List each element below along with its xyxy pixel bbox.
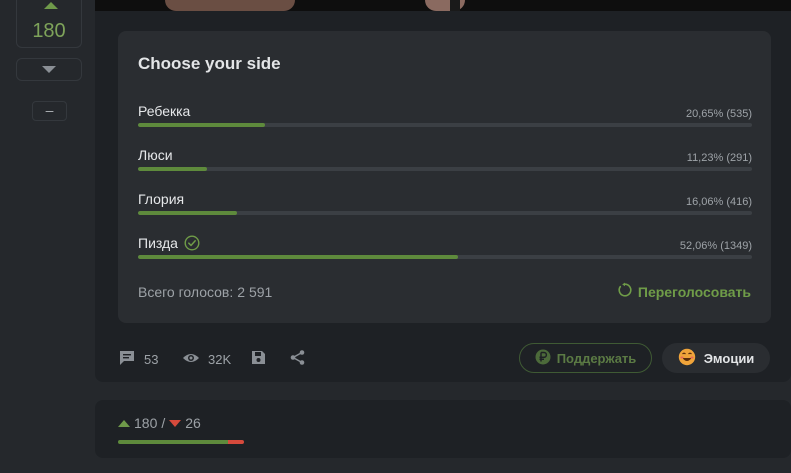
refresh-icon	[617, 282, 633, 301]
poll-option-label: Ребекка	[138, 103, 191, 119]
poll-option[interactable]: Глория 16,06% (416)	[138, 191, 752, 221]
upvote-icon[interactable]	[44, 2, 58, 9]
poll-option-stat: 20,65% (535)	[685, 108, 752, 120]
poll-title: Choose your side	[138, 54, 281, 73]
eye-icon	[182, 349, 200, 370]
collapse-button[interactable]: –	[32, 101, 67, 121]
poll-option-fill	[138, 211, 237, 215]
poll-option-label: Глория	[138, 191, 185, 207]
post-actions: 53 32K Поддержать Эмоции	[95, 333, 791, 382]
comments-button[interactable]: 53	[118, 349, 158, 370]
check-circle-icon	[184, 235, 200, 251]
poll-option-stat: 52,06% (1349)	[679, 240, 752, 252]
save-icon	[250, 349, 267, 369]
rating-ratio-down	[228, 440, 244, 444]
views-counter: 32K	[182, 349, 231, 370]
poll-option-label: Люси	[138, 147, 173, 163]
poll-option-stat: 11,23% (291)	[686, 152, 752, 164]
ruble-icon	[535, 349, 551, 368]
rating-ratio-up	[118, 440, 229, 444]
emoji-face-icon	[678, 348, 696, 369]
views-count: 32K	[208, 352, 232, 367]
downvote-button[interactable]	[16, 58, 82, 81]
poll-total-label: Всего голосов:	[138, 284, 234, 300]
poll-option-stat: 16,06% (416)	[685, 196, 752, 208]
rating-votes: 180 / 26	[118, 415, 201, 431]
poll: Choose your side Ребекка 20,65% (535) Лю…	[118, 31, 771, 323]
poll-option-track	[138, 211, 752, 215]
revote-button[interactable]: Переголосовать	[617, 282, 751, 301]
support-button[interactable]: Поддержать	[519, 343, 652, 373]
revote-label: Переголосовать	[637, 283, 751, 300]
poll-option[interactable]: Ребекка 20,65% (535)	[138, 103, 752, 133]
post-card: Choose your side Ребекка 20,65% (535) Лю…	[95, 0, 791, 382]
poll-option-track	[138, 167, 752, 171]
poll-option-fill	[138, 123, 265, 127]
rating-summary: 180 / 26	[95, 400, 791, 458]
rating-separator: /	[161, 415, 166, 431]
poll-option-fill	[138, 167, 207, 171]
support-label: Поддержать	[556, 350, 637, 366]
upvote-box[interactable]: 180	[16, 0, 82, 48]
post-image[interactable]	[95, 0, 791, 11]
downvotes-count: 26	[185, 415, 201, 431]
poll-option-label: Пизда	[138, 235, 178, 251]
poll-option-selected[interactable]: Пизда 52,06% (1349)	[138, 235, 752, 265]
rating-sidebar: 180 –	[0, 0, 95, 473]
emotions-button[interactable]: Эмоции	[662, 343, 770, 373]
downvote-arrow-icon	[169, 419, 182, 427]
downvote-icon	[42, 66, 56, 73]
poll-total-value: 2 591	[237, 284, 273, 300]
poll-total: Всего голосов: 2 591	[138, 284, 272, 300]
share-icon	[289, 349, 306, 369]
upvotes-count: 180	[134, 415, 158, 431]
poll-option[interactable]: Люси 11,23% (291)	[138, 147, 752, 177]
upvote-arrow-icon	[118, 419, 130, 427]
rating-ratio-bar	[118, 440, 244, 444]
poll-option-track	[138, 123, 752, 127]
save-button[interactable]	[250, 349, 267, 369]
comments-count: 53	[144, 352, 159, 367]
poll-option-track	[138, 255, 752, 259]
rating-score: 180	[32, 20, 66, 42]
share-button[interactable]	[289, 349, 306, 369]
comment-icon	[118, 349, 136, 370]
poll-option-fill	[138, 255, 458, 259]
emotions-label: Эмоции	[703, 350, 755, 366]
